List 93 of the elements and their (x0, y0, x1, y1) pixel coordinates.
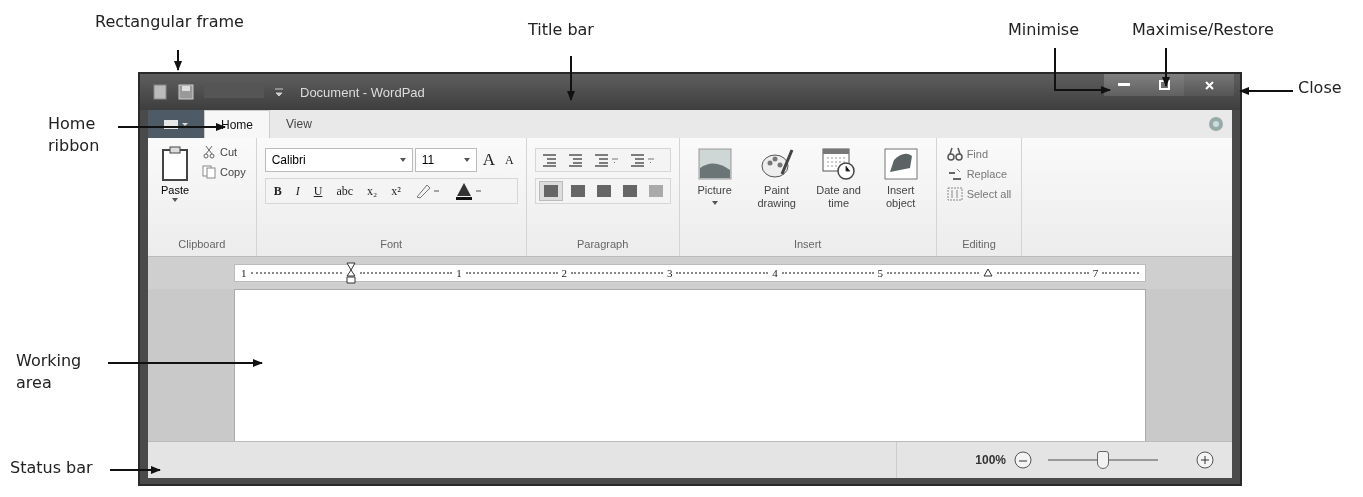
grow-font-button[interactable]: A (478, 148, 499, 172)
annotation-label: Maximise/Restore (1132, 20, 1274, 39)
annotation-label: Status bar (10, 458, 93, 477)
annotation-label: Working area (16, 350, 83, 395)
font-color-icon (454, 182, 483, 200)
align-icon (595, 184, 612, 198)
group-label: Font (379, 238, 404, 252)
pointer-arrow (1162, 47, 1170, 87)
insert-tool-button[interactable]: Date and time (811, 146, 866, 238)
font-style-button[interactable]: U (309, 181, 327, 201)
zoom-level: 100% (975, 453, 1006, 467)
align-icon (542, 184, 559, 198)
minimize-icon (1118, 83, 1130, 87)
annotation-label: Title bar (528, 20, 594, 39)
slider-thumb[interactable] (1097, 451, 1109, 469)
ruler-number: 5 (877, 267, 884, 279)
caret-icon (463, 158, 470, 162)
pointer-arrow (174, 49, 182, 71)
indent-icon (541, 153, 558, 167)
list-icon (593, 153, 620, 167)
maximize-button[interactable] (1144, 74, 1184, 96)
caret-icon (172, 198, 178, 202)
annotation-label: Close (1298, 78, 1342, 97)
image-icon (697, 148, 732, 180)
clipboard-icon (160, 146, 190, 182)
menu-icon (162, 118, 190, 130)
file-menu-button[interactable] (148, 110, 204, 138)
indent-marker-icon[interactable] (346, 262, 357, 284)
group-label: Paragraph (575, 238, 630, 252)
caret-icon (399, 158, 406, 162)
font-name-field[interactable]: Calibri (264, 148, 413, 172)
maximize-icon (1158, 80, 1170, 90)
minimize-button[interactable] (1104, 74, 1144, 96)
font-style-button[interactable]: I (291, 181, 304, 201)
shrink-font-button[interactable]: A (500, 150, 518, 170)
font-style-button[interactable]: x² (387, 181, 405, 201)
align-button[interactable] (538, 181, 563, 201)
indent-icon (567, 153, 584, 167)
list-icon (629, 153, 656, 167)
caret-icon (711, 200, 718, 205)
group-label: Insert (792, 238, 823, 252)
ruler-number: 3 (666, 267, 673, 279)
cut-button[interactable]: Cut (200, 144, 248, 160)
insert-tool-button[interactable]: Paint drawing (749, 146, 804, 238)
annotation-label: Minimise (1008, 20, 1080, 39)
pointer-arrow (567, 55, 575, 101)
close-button[interactable] (1184, 74, 1234, 96)
highlighter-icon (414, 183, 441, 199)
pointer-arrow (1054, 47, 1111, 94)
calendar-clock-icon (821, 148, 856, 180)
ribbon-tab[interactable]: View (270, 110, 328, 138)
right-indent-marker-icon[interactable] (982, 268, 993, 278)
pointer-arrow (1239, 87, 1294, 95)
align-icon (647, 184, 664, 198)
align-icon (569, 184, 586, 198)
ruler-number: 2 (561, 267, 568, 279)
group-label: Clipboard (177, 238, 227, 252)
palette-icon (759, 148, 794, 180)
align-icon (621, 184, 638, 198)
window-title: Document - WordPad (300, 84, 425, 100)
insert-tool-button[interactable]: Picture (687, 146, 742, 238)
editing-button[interactable]: Select all (944, 186, 1014, 202)
replace-icon (946, 167, 963, 181)
pointer-arrow (109, 466, 161, 474)
binoculars-icon (946, 147, 963, 161)
annotation-label: Rectangular frame (95, 12, 244, 31)
save-icon[interactable] (178, 84, 194, 100)
editing-button[interactable]: Find (944, 146, 1014, 162)
scissors-icon (202, 145, 216, 159)
ribbon-tab[interactable]: Home (204, 110, 270, 138)
group-label: Editing (961, 238, 997, 252)
ruler-number: 1 (456, 267, 462, 279)
object-icon (883, 148, 918, 180)
select-all-icon (946, 187, 963, 201)
zoom-in-button[interactable] (1196, 451, 1214, 469)
minus-circle-icon (1014, 451, 1032, 469)
copy-button[interactable]: Copy (200, 164, 248, 180)
editing-button[interactable]: Replace (944, 166, 1014, 182)
annotation-label: Home ribbon (48, 113, 101, 158)
ruler-number: 1 (241, 267, 247, 279)
font-size-field[interactable]: 11 (414, 148, 477, 172)
paste-button[interactable]: Paste (156, 144, 194, 238)
font-style-button[interactable]: abc (332, 181, 358, 201)
document-icon[interactable] (152, 84, 168, 100)
ruler-number: 4 (772, 267, 778, 279)
font-style-button[interactable]: B (269, 181, 286, 201)
ruler-number: 7 (1092, 267, 1099, 279)
copy-icon (202, 165, 216, 179)
font-style-button[interactable]: x₂ (363, 181, 382, 201)
insert-tool-button[interactable]: Insert object (873, 146, 928, 238)
plus-circle-icon (1196, 451, 1214, 469)
close-icon (1204, 80, 1214, 90)
zoom-out-button[interactable] (1014, 451, 1032, 469)
